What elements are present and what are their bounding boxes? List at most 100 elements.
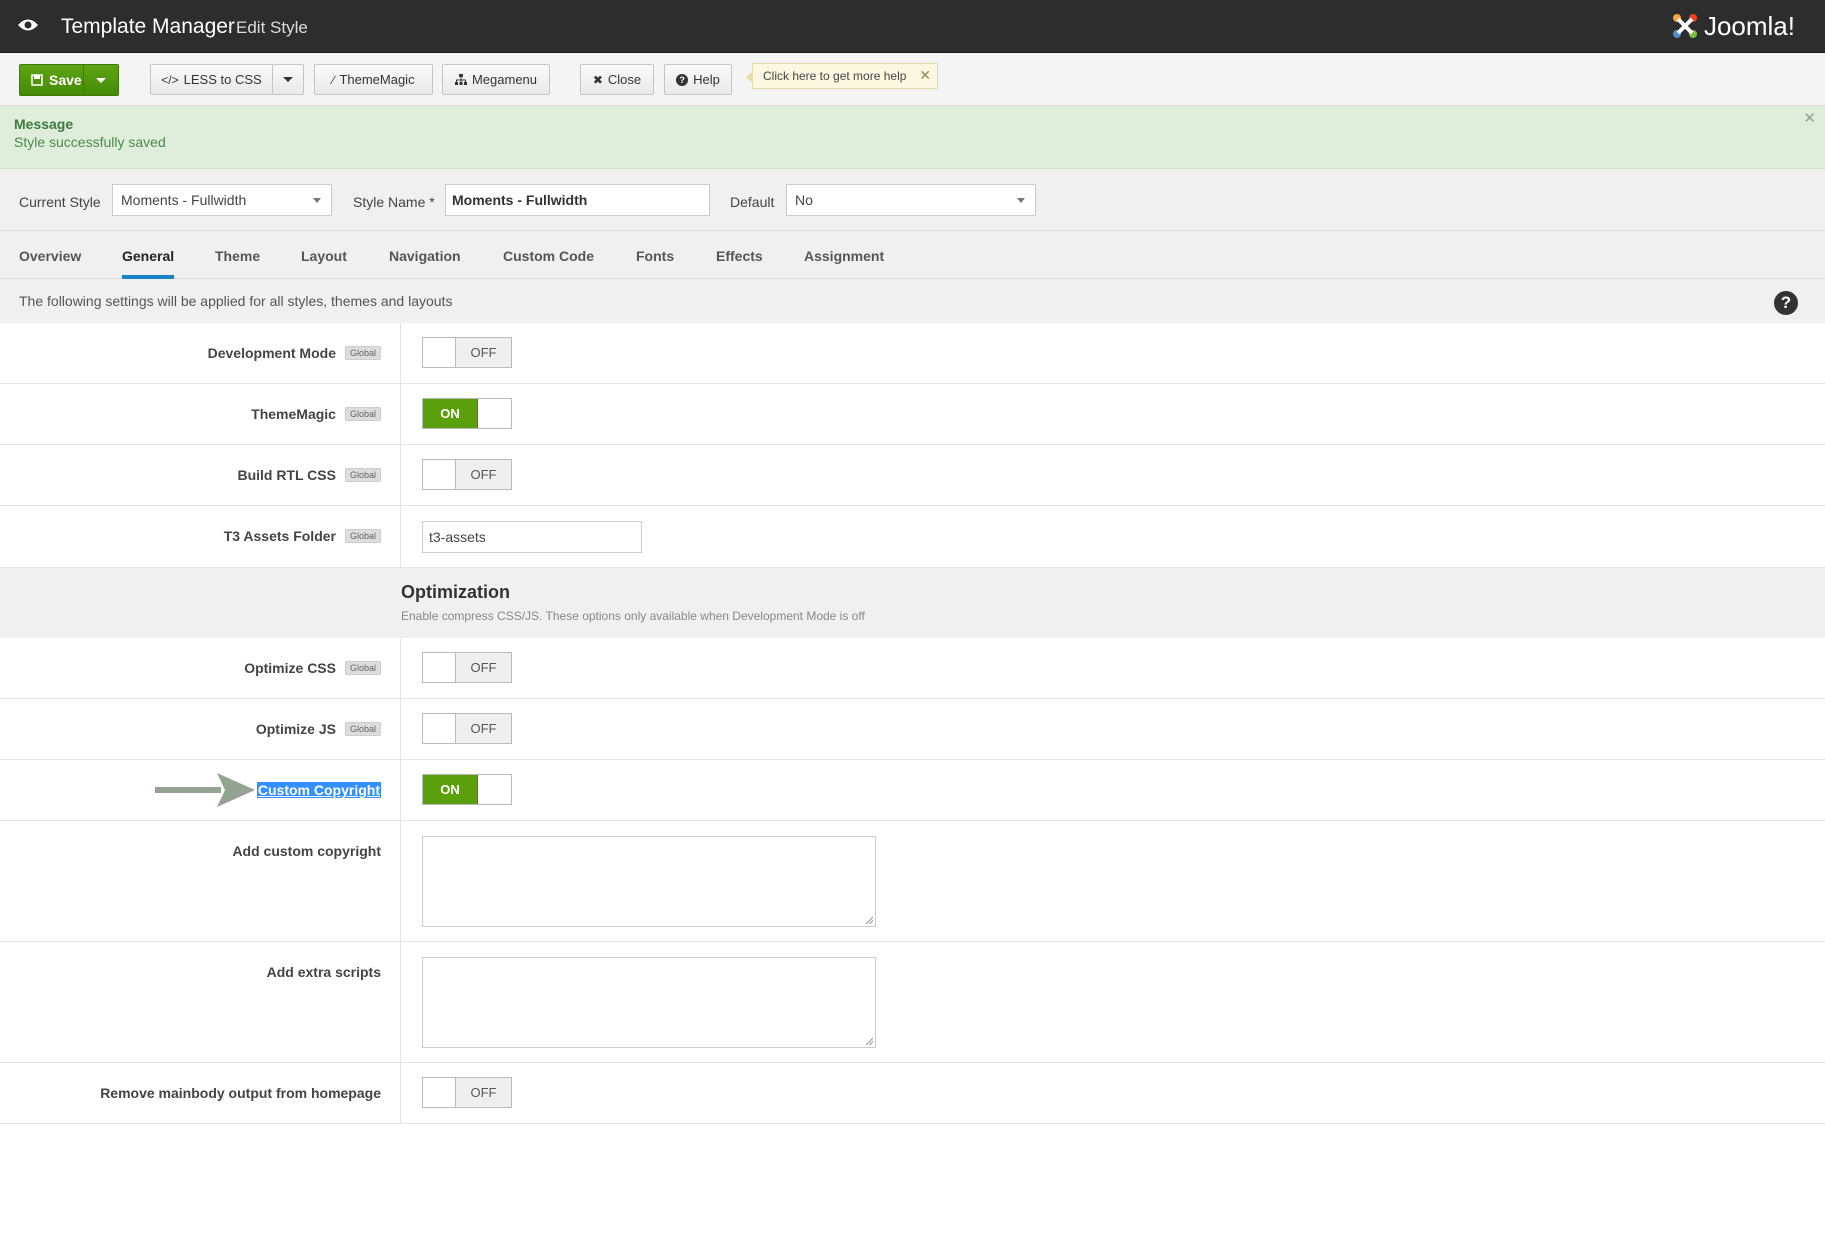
- sitemap-icon: [454, 74, 467, 85]
- megamenu-button[interactable]: Megamenu: [442, 64, 550, 95]
- row-divider: [400, 384, 401, 444]
- custom-copyright-label: Custom Copyright: [256, 782, 381, 798]
- style-name-label: Style Name *: [353, 194, 435, 210]
- default-value: No: [795, 192, 813, 208]
- global-badge: Global: [344, 407, 381, 421]
- less-to-css-button[interactable]: </> LESS to CSS: [150, 64, 273, 95]
- less-dropdown-toggle[interactable]: [272, 64, 304, 95]
- help-label: Help: [693, 72, 720, 87]
- chevron-down-icon: [1017, 198, 1025, 203]
- setting-label: Custom Copyright: [256, 782, 381, 798]
- setting-row-build-rtl-css: Build RTL CSS Global OFF: [0, 445, 1825, 506]
- setting-label: Add custom copyright: [232, 843, 381, 859]
- chevron-down-icon: [313, 198, 321, 203]
- toggle-knob: [478, 399, 511, 428]
- current-style-value: Moments - Fullwidth: [121, 192, 247, 208]
- setting-row-add-extra-scripts: Add extra scripts: [0, 942, 1825, 1063]
- magic-wand-icon: ∕: [332, 72, 335, 87]
- code-icon: </>: [161, 72, 179, 87]
- build-rtl-css-toggle[interactable]: OFF: [422, 459, 512, 490]
- tab-overview[interactable]: Overview: [19, 248, 81, 264]
- setting-row-t3-assets-folder: T3 Assets Folder Global t3-assets: [0, 506, 1825, 568]
- setting-label: Build RTL CSS Global: [237, 467, 381, 483]
- toggle-knob: [423, 460, 456, 489]
- row-divider: [400, 942, 401, 1062]
- row-divider: [400, 699, 401, 759]
- save-button-label: Save: [49, 72, 82, 88]
- close-label: Close: [607, 72, 642, 87]
- save-dropdown-toggle[interactable]: [83, 65, 118, 95]
- help-button[interactable]: ? Help: [664, 64, 732, 95]
- tab-fonts[interactable]: Fonts: [636, 248, 674, 264]
- toggle-knob: [478, 775, 511, 804]
- optimize-js-label: Optimize JS: [255, 721, 336, 737]
- thememagic-button[interactable]: ∕ ThemeMagic: [314, 64, 433, 95]
- page-subtitle: Edit Style: [236, 18, 308, 37]
- row-divider: [400, 638, 401, 698]
- close-icon: ✖: [592, 72, 603, 87]
- add-custom-copyright-textarea[interactable]: [422, 836, 876, 927]
- success-message: Message Style successfully saved ✕: [0, 106, 1825, 169]
- thememagic-setting-label: ThemeMagic: [251, 406, 336, 422]
- global-badge: Global: [344, 722, 381, 736]
- current-style-label: Current Style: [19, 194, 101, 210]
- tab-effects[interactable]: Effects: [716, 248, 763, 264]
- style-name-input[interactable]: Moments - Fullwidth: [445, 184, 710, 216]
- setting-label: Remove mainbody output from homepage: [100, 1085, 381, 1101]
- tab-theme[interactable]: Theme: [215, 248, 260, 264]
- tab-layout[interactable]: Layout: [301, 248, 347, 264]
- megamenu-label: Megamenu: [471, 72, 538, 87]
- setting-label: Add extra scripts: [267, 964, 381, 980]
- t3-assets-folder-input[interactable]: t3-assets: [422, 521, 642, 553]
- info-text: The following settings will be applied f…: [19, 293, 453, 309]
- remove-mainbody-toggle[interactable]: OFF: [422, 1077, 512, 1108]
- chevron-down-icon: [283, 77, 293, 82]
- message-body: Style successfully saved: [14, 134, 166, 150]
- tab-assignment[interactable]: Assignment: [804, 248, 884, 264]
- tab-custom-code[interactable]: Custom Code: [503, 248, 594, 264]
- toggle-state: OFF: [456, 714, 511, 743]
- global-badge: Global: [344, 661, 381, 675]
- toggle-state: ON: [423, 775, 478, 804]
- optimization-description: Enable compress CSS/JS. These options on…: [401, 609, 865, 623]
- current-style-select[interactable]: Moments - Fullwidth: [112, 184, 332, 216]
- t3-assets-folder-label: T3 Assets Folder: [223, 528, 336, 544]
- save-icon: [31, 74, 43, 86]
- joomla-logo: Joomla!: [1670, 10, 1795, 42]
- thememagic-toggle[interactable]: ON: [422, 398, 512, 429]
- optimize-css-toggle[interactable]: OFF: [422, 652, 512, 683]
- row-divider: [400, 821, 401, 941]
- optimize-js-toggle[interactable]: OFF: [422, 713, 512, 744]
- setting-row-custom-copyright: Custom Copyright ON: [0, 760, 1825, 821]
- tab-general[interactable]: General: [122, 248, 175, 279]
- tooltip-close-icon[interactable]: ✕: [919, 67, 931, 84]
- custom-copyright-toggle[interactable]: ON: [422, 774, 512, 805]
- toggle-knob: [423, 1078, 456, 1107]
- toggle-state: OFF: [456, 338, 511, 367]
- row-divider: [400, 323, 401, 383]
- close-button[interactable]: ✖ Close: [580, 64, 654, 95]
- row-divider: [400, 1063, 401, 1123]
- joomla-logo-text: Joomla!: [1703, 10, 1795, 41]
- row-divider: [400, 760, 401, 820]
- tab-navigation[interactable]: Navigation: [389, 248, 461, 264]
- development-mode-toggle[interactable]: OFF: [422, 337, 512, 368]
- save-button[interactable]: Save: [19, 64, 119, 96]
- setting-label: Development Mode Global: [208, 345, 381, 361]
- row-divider: [400, 445, 401, 505]
- page-title: Template Manager: [61, 15, 235, 38]
- default-select[interactable]: No: [786, 184, 1036, 216]
- message-close-icon[interactable]: ✕: [1803, 109, 1816, 127]
- add-extra-scripts-textarea[interactable]: [422, 957, 876, 1048]
- toggle-knob: [423, 653, 456, 682]
- remove-mainbody-label: Remove mainbody output from homepage: [100, 1085, 381, 1101]
- question-circle-icon[interactable]: ?: [1774, 291, 1798, 315]
- setting-row-development-mode: Development Mode Global OFF: [0, 323, 1825, 384]
- chevron-down-icon: [96, 77, 106, 83]
- setting-row-thememagic: ThemeMagic Global ON: [0, 384, 1825, 445]
- optimization-section-header: Optimization Enable compress CSS/JS. The…: [0, 568, 1825, 638]
- setting-label: Optimize JS Global: [256, 721, 381, 737]
- toolbar: Save </> LESS to CSS ∕ ThemeMagic Megame…: [0, 53, 1825, 106]
- setting-row-remove-mainbody: Remove mainbody output from homepage OFF: [0, 1063, 1825, 1124]
- tab-bar: Overview General Theme Layout Navigation…: [0, 231, 1825, 279]
